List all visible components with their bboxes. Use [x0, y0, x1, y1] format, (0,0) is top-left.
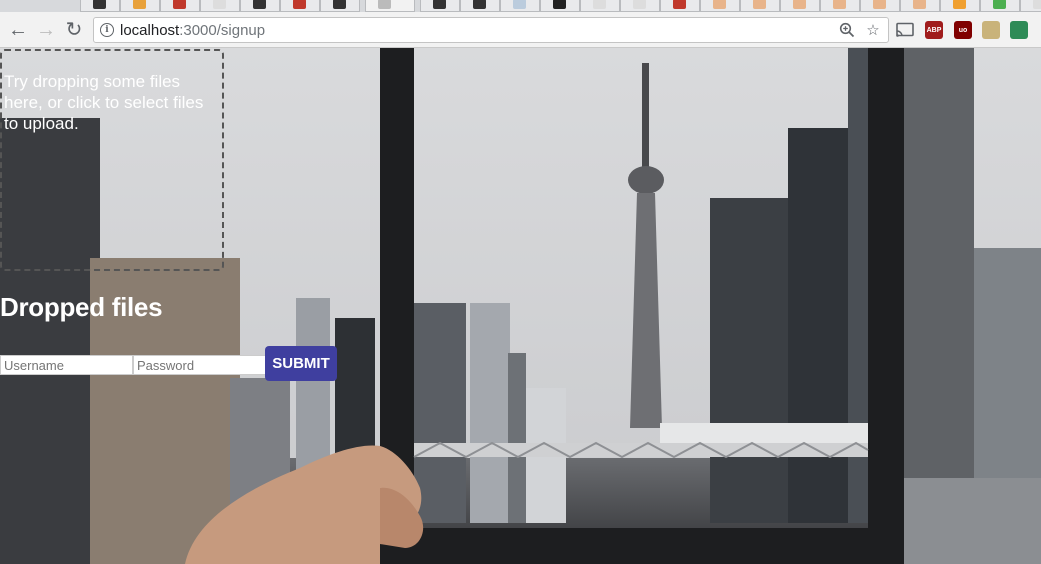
- browser-toolbar: ← → ↻ i localhost:3000/signup ☆ ABP uo: [0, 12, 1041, 48]
- tab-favicon-icon: [953, 0, 966, 9]
- tab-favicon-icon: [873, 0, 886, 9]
- tab-favicon-icon: [593, 0, 606, 9]
- tab-favicon-icon: [333, 0, 346, 9]
- page-viewport: Try dropping some files here, or click t…: [0, 48, 1041, 564]
- reload-icon[interactable]: ↻: [62, 18, 86, 42]
- browser-tab[interactable]: [540, 0, 580, 12]
- mail-ext-icon[interactable]: [1010, 21, 1028, 39]
- browser-tab[interactable]: [900, 0, 940, 12]
- tab-favicon-icon: [213, 0, 226, 9]
- tab-favicon-icon: [713, 0, 726, 9]
- browser-tab[interactable]: [1020, 0, 1041, 12]
- browser-tab-active[interactable]: [365, 0, 415, 12]
- tab-favicon-icon: [793, 0, 806, 9]
- back-arrow-icon[interactable]: ←: [6, 18, 30, 42]
- address-bar[interactable]: i localhost:3000/signup ☆: [93, 17, 889, 43]
- browser-tab[interactable]: [740, 0, 780, 12]
- tab-favicon-icon: [173, 0, 186, 9]
- browser-tab[interactable]: [580, 0, 620, 12]
- tab-favicon-icon: [1033, 0, 1041, 9]
- file-dropzone[interactable]: Try dropping some files here, or click t…: [0, 49, 224, 271]
- submit-button[interactable]: SUBMIT: [265, 346, 337, 381]
- browser-tab[interactable]: [280, 0, 320, 12]
- forward-arrow-icon[interactable]: →: [34, 18, 58, 42]
- browser-tab[interactable]: [780, 0, 820, 12]
- browser-tab[interactable]: [660, 0, 700, 12]
- url-text: localhost:3000/signup: [120, 22, 265, 39]
- browser-tab[interactable]: [240, 0, 280, 12]
- tab-favicon-icon: [378, 0, 391, 9]
- abp-icon[interactable]: ABP: [925, 21, 943, 39]
- cast-icon[interactable]: [896, 21, 914, 39]
- bookmark-star-icon[interactable]: ☆: [864, 21, 882, 39]
- browser-tab[interactable]: [320, 0, 360, 12]
- tab-favicon-icon: [293, 0, 306, 9]
- browser-tab[interactable]: [80, 0, 120, 12]
- tab-favicon-icon: [993, 0, 1006, 9]
- browser-tab[interactable]: [860, 0, 900, 12]
- tab-favicon-icon: [553, 0, 566, 9]
- tab-favicon-icon: [513, 0, 526, 9]
- tab-favicon-icon: [673, 0, 686, 9]
- ublock-icon[interactable]: uo: [954, 21, 972, 39]
- tab-favicon-icon: [433, 0, 446, 9]
- tab-favicon-icon: [253, 0, 266, 9]
- tab-favicon-icon: [133, 0, 146, 9]
- password-field[interactable]: [133, 355, 266, 375]
- tab-favicon-icon: [473, 0, 486, 9]
- browser-tab[interactable]: [700, 0, 740, 12]
- tab-favicon-icon: [913, 0, 926, 9]
- tab-favicon-icon: [93, 0, 106, 9]
- browser-tab[interactable]: [940, 0, 980, 12]
- url-path: :3000/signup: [179, 22, 266, 39]
- browser-tab[interactable]: [460, 0, 500, 12]
- dropzone-instructions: Try dropping some files here, or click t…: [4, 72, 204, 133]
- browser-tab[interactable]: [120, 0, 160, 12]
- info-icon[interactable]: i: [100, 23, 114, 37]
- browser-tab[interactable]: [200, 0, 240, 12]
- tab-favicon-icon: [833, 0, 846, 9]
- browser-tab[interactable]: [820, 0, 860, 12]
- browser-tab[interactable]: [420, 0, 460, 12]
- browser-tab[interactable]: [160, 0, 200, 12]
- browser-tab[interactable]: [620, 0, 660, 12]
- browser-tab[interactable]: [980, 0, 1020, 12]
- zoom-icon[interactable]: [838, 21, 856, 39]
- tab-favicon-icon: [753, 0, 766, 9]
- browser-tab[interactable]: [500, 0, 540, 12]
- username-field[interactable]: [0, 355, 133, 375]
- image-ext-icon[interactable]: [982, 21, 1000, 39]
- dropped-files-heading: Dropped files: [0, 292, 163, 322]
- url-host: localhost: [120, 22, 180, 39]
- tab-strip: [0, 0, 1041, 12]
- tab-favicon-icon: [633, 0, 646, 9]
